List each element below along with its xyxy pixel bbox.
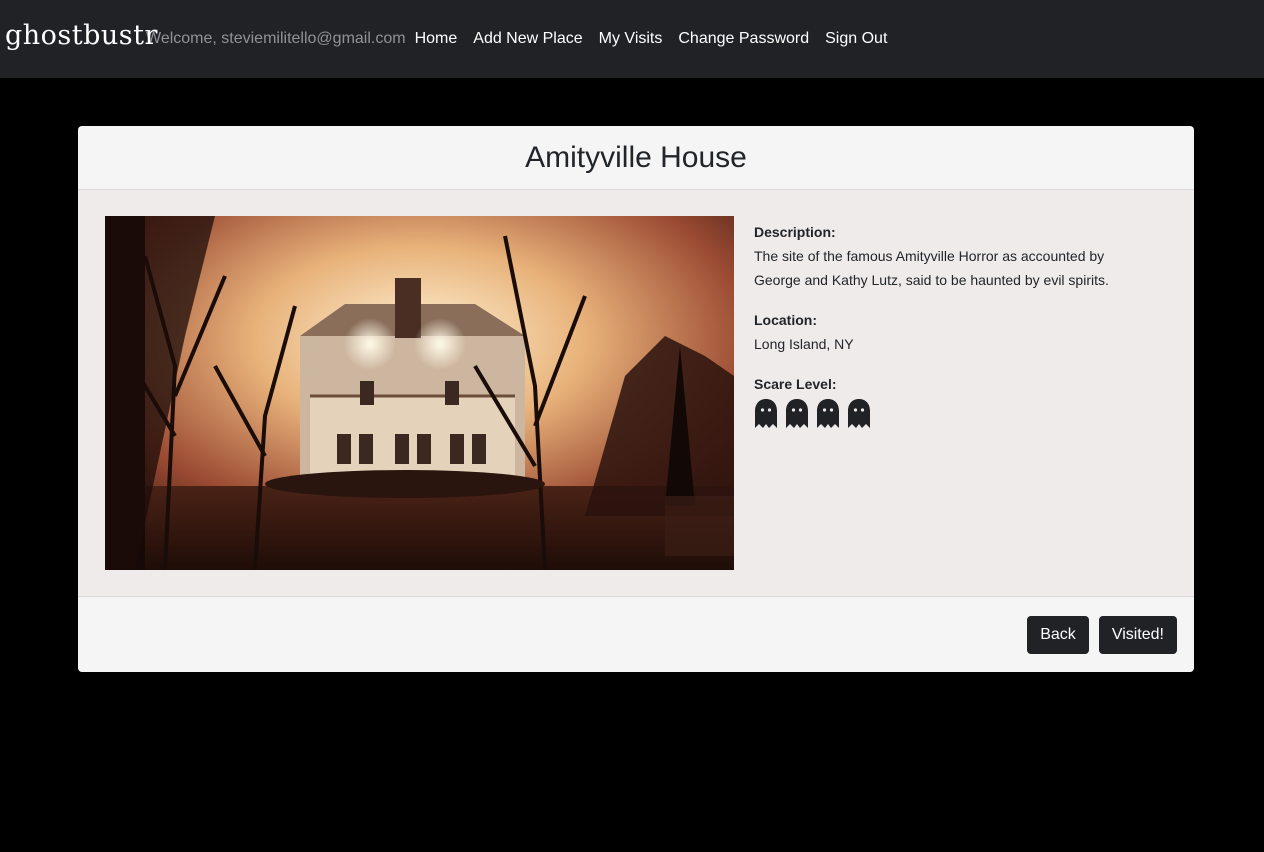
- nav-sign-out-link[interactable]: Sign Out: [825, 30, 887, 48]
- nav-add-new-place-link[interactable]: Add New Place: [473, 30, 582, 48]
- place-title: Amityville House: [525, 140, 747, 174]
- scare-level-rating: [754, 398, 1154, 429]
- ghost-icon: [848, 399, 870, 428]
- nav-my-visits-link[interactable]: My Visits: [599, 30, 663, 48]
- card-footer: Back Visited!: [78, 597, 1194, 672]
- location-label: Location:: [754, 312, 817, 328]
- ghost-icon: [817, 399, 839, 428]
- description-label: Description:: [754, 224, 836, 240]
- scare-level-label: Scare Level:: [754, 376, 837, 392]
- ghost-icon: [786, 399, 808, 428]
- scare-level-block: Scare Level:: [754, 372, 1154, 429]
- place-details: Description: The site of the famous Amit…: [754, 220, 1154, 445]
- welcome-text: Welcome, steviemilitello@gmail.com: [146, 30, 406, 47]
- brand-logo[interactable]: ghostbustr: [5, 16, 157, 56]
- place-photo: [105, 216, 734, 570]
- ghost-icon: [755, 399, 777, 428]
- card-body: Description: The site of the famous Amit…: [78, 190, 1194, 597]
- description-block: Description: The site of the famous Amit…: [754, 220, 1154, 292]
- location-block: Location: Long Island, NY: [754, 308, 1154, 356]
- location-text: Long Island, NY: [754, 336, 854, 352]
- place-card: Amityville House Description: The site o…: [78, 126, 1194, 672]
- nav-home-link[interactable]: Home: [415, 30, 458, 48]
- visited-button[interactable]: Visited!: [1098, 616, 1177, 654]
- card-header: Amityville House: [78, 126, 1194, 190]
- navbar: ghostbustr Welcome, steviemilitello@gmai…: [0, 0, 1264, 78]
- description-text: The site of the famous Amityville Horror…: [754, 248, 1109, 288]
- nav-change-password-link[interactable]: Change Password: [678, 30, 809, 48]
- back-button[interactable]: Back: [1027, 616, 1089, 654]
- brand-name: ghostbustr: [5, 20, 158, 51]
